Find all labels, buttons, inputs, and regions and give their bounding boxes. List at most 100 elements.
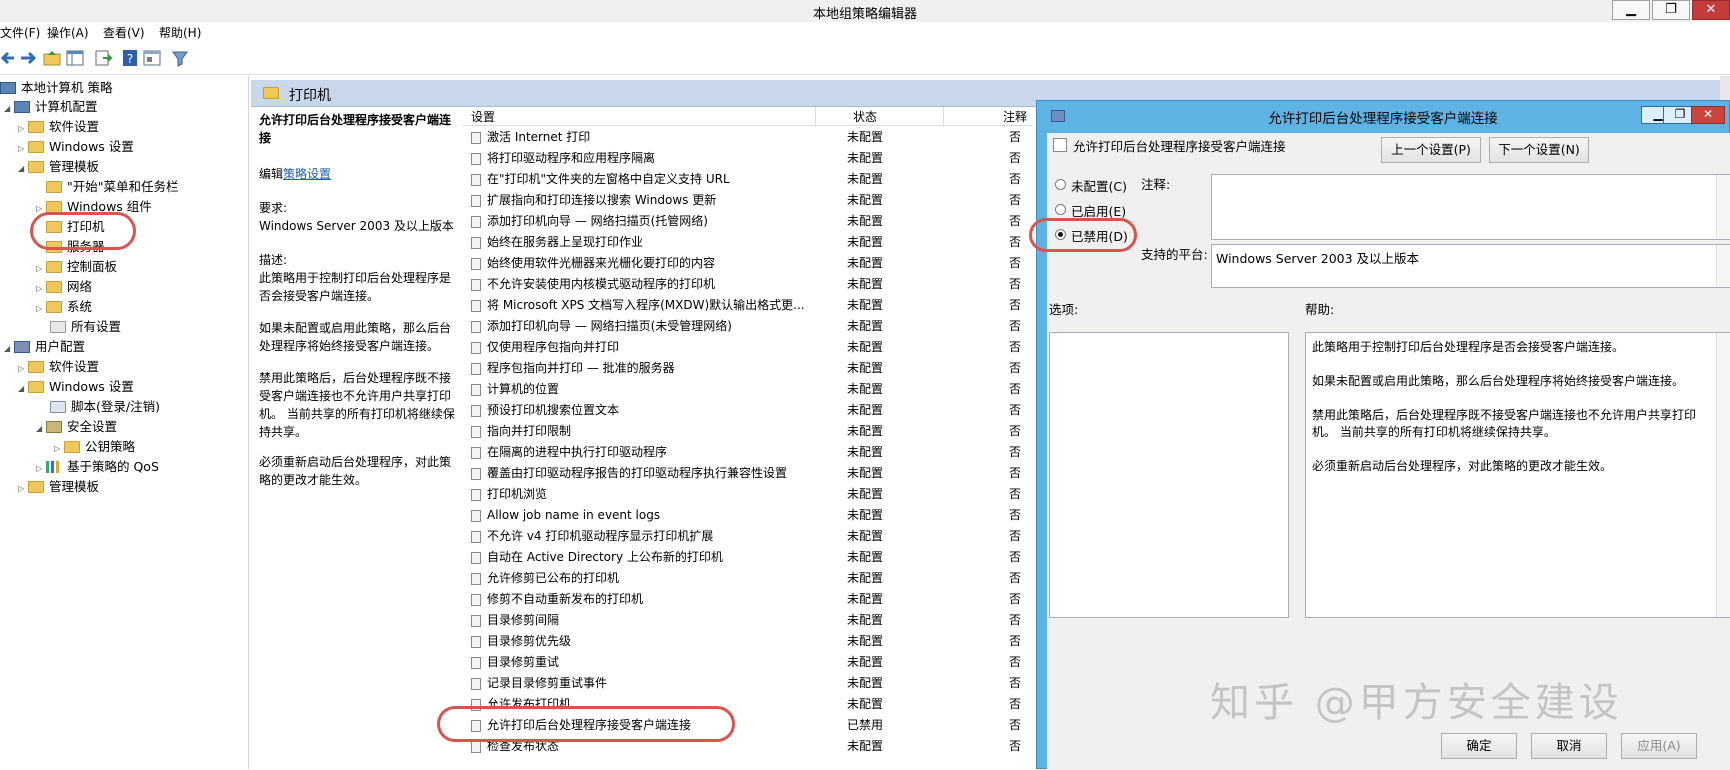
apply-button[interactable]: 应用(A) bbox=[1621, 733, 1697, 759]
table-row[interactable]: 扩展指向和打印连接以搜索 Windows 更新 未配置 否 bbox=[463, 190, 1033, 211]
forward-arrow-icon[interactable] bbox=[18, 48, 38, 68]
table-row[interactable]: 仅使用程序包指向并打印 未配置 否 bbox=[463, 337, 1033, 358]
collapse-triangle-icon[interactable]: ◢ bbox=[18, 379, 28, 399]
expand-triangle-icon[interactable]: ▷ bbox=[18, 119, 28, 139]
tree-item-public-key[interactable]: ▷ 公钥策略 bbox=[54, 437, 135, 457]
tree-item-system[interactable]: ▷ 系统 bbox=[36, 297, 92, 317]
minimize-button[interactable]: ▁ bbox=[1612, 0, 1650, 20]
table-row[interactable]: 打印机浏览 未配置 否 bbox=[463, 484, 1033, 505]
previous-setting-button[interactable]: 上一个设置(P) bbox=[1381, 137, 1481, 163]
expand-triangle-icon[interactable]: ▷ bbox=[54, 439, 64, 459]
next-setting-button[interactable]: 下一个设置(N) bbox=[1489, 137, 1589, 163]
table-row[interactable]: 程序包指向并打印 — 批准的服务器 未配置 否 bbox=[463, 358, 1033, 379]
back-arrow-icon[interactable] bbox=[0, 48, 20, 68]
table-row[interactable]: 将 Microsoft XPS 文档写入程序(MXDW)默认输出格式更... 未配… bbox=[463, 295, 1033, 316]
tree-item-admin-templates[interactable]: ◢ 管理模板 bbox=[18, 157, 99, 177]
column-state[interactable]: 状态 bbox=[853, 108, 877, 125]
table-row[interactable]: 始终使用软件光栅器来光栅化要打印的内容 未配置 否 bbox=[463, 253, 1033, 274]
tree-item-local-policy[interactable]: 本地计算机 策略 bbox=[0, 78, 112, 98]
expand-triangle-icon[interactable]: ▷ bbox=[36, 259, 46, 279]
table-row[interactable]: 修剪不自动重新发布的打印机 未配置 否 bbox=[463, 589, 1033, 610]
tree-item-qos[interactable]: ▷ 基于策略的 QoS bbox=[36, 457, 159, 477]
help-icon[interactable]: ? bbox=[120, 48, 140, 68]
setting-comment: 否 bbox=[1009, 466, 1022, 480]
table-row[interactable]: 计算机的位置 未配置 否 bbox=[463, 379, 1033, 400]
expand-triangle-icon[interactable]: ▷ bbox=[18, 479, 28, 499]
radio-not-configured-label[interactable]: 未配置(C) bbox=[1071, 176, 1127, 195]
table-row[interactable]: 添加打印机向导 — 网络扫描页(托管网络) 未配置 否 bbox=[463, 211, 1033, 232]
tree-item-windows-settings[interactable]: ▷ Windows 设置 bbox=[18, 137, 134, 157]
filter-icon[interactable] bbox=[170, 48, 190, 68]
collapse-triangle-icon[interactable]: ◢ bbox=[18, 159, 28, 179]
expand-triangle-icon[interactable]: ▷ bbox=[36, 279, 46, 299]
expand-triangle-icon[interactable]: ▷ bbox=[36, 459, 46, 479]
tree-item-network[interactable]: ▷ 网络 bbox=[36, 277, 92, 297]
table-row[interactable]: 目录修剪间隔 未配置 否 bbox=[463, 610, 1033, 631]
table-row[interactable]: 在"打印机"文件夹的左窗格中自定义支持 URL 未配置 否 bbox=[463, 169, 1033, 190]
table-row[interactable]: 目录修剪优先级 未配置 否 bbox=[463, 631, 1033, 652]
tree-item-security-settings[interactable]: ◢ 安全设置 bbox=[36, 417, 117, 437]
collapse-triangle-icon[interactable]: ◢ bbox=[4, 339, 14, 359]
collapse-triangle-icon[interactable]: ◢ bbox=[4, 99, 14, 119]
table-row[interactable]: 始终在服务器上呈现打印作业 未配置 否 bbox=[463, 232, 1033, 253]
table-row[interactable]: 记录目录修剪重试事件 未配置 否 bbox=[463, 673, 1033, 694]
collapse-triangle-icon[interactable]: ◢ bbox=[36, 419, 46, 439]
tree-item-control-panel[interactable]: ▷ 控制面板 bbox=[36, 257, 117, 277]
tree-item-user-windows-settings[interactable]: ◢ Windows 设置 bbox=[18, 377, 134, 397]
tree-item-scripts[interactable]: 脚本(登录/注销) bbox=[50, 397, 160, 417]
ok-button[interactable]: 确定 bbox=[1441, 733, 1517, 759]
setting-comment: 否 bbox=[1009, 508, 1022, 522]
table-row[interactable]: 自动在 Active Directory 上公布新的打印机 未配置 否 bbox=[463, 547, 1033, 568]
export-list-icon[interactable] bbox=[93, 48, 113, 68]
column-comment[interactable]: 注释 bbox=[1003, 108, 1027, 125]
expand-triangle-icon[interactable]: ▷ bbox=[18, 139, 28, 159]
properties-icon[interactable] bbox=[142, 48, 162, 68]
comment-scrollbar[interactable] bbox=[1716, 175, 1730, 239]
setting-name: 程序包指向并打印 — 批准的服务器 bbox=[487, 361, 675, 375]
dialog-close-button[interactable]: ✕ bbox=[1691, 106, 1725, 124]
tree-item-start-menu[interactable]: "开始"菜单和任务栏 bbox=[46, 177, 179, 197]
expand-triangle-icon[interactable]: ▷ bbox=[36, 299, 46, 319]
menu-file[interactable]: 文件(F) bbox=[0, 24, 40, 41]
radio-not-configured[interactable] bbox=[1055, 179, 1066, 190]
help-scrollbar[interactable] bbox=[1716, 333, 1730, 617]
tree-item-computer-config[interactable]: ◢ 计算机配置 bbox=[4, 97, 98, 117]
comment-textarea[interactable] bbox=[1211, 174, 1730, 240]
setting-state: 未配置 bbox=[847, 382, 884, 396]
close-button[interactable]: ✕ bbox=[1692, 0, 1730, 20]
table-row[interactable]: 添加打印机向导 — 网络扫描页(未受管理网络) 未配置 否 bbox=[463, 316, 1033, 337]
table-row[interactable]: 允许修剪已公布的打印机 未配置 否 bbox=[463, 568, 1033, 589]
tree-item-all-settings[interactable]: 所有设置 bbox=[50, 317, 121, 337]
menu-view[interactable]: 查看(V) bbox=[103, 24, 145, 41]
table-row[interactable]: 不允许安装使用内核模式驱动程序的打印机 未配置 否 bbox=[463, 274, 1033, 295]
tree-item-user-admin-templates[interactable]: ▷ 管理模板 bbox=[18, 477, 99, 497]
platform-box: Windows Server 2003 及以上版本 bbox=[1211, 244, 1730, 288]
expand-triangle-icon[interactable]: ▷ bbox=[18, 359, 28, 379]
cancel-button[interactable]: 取消 bbox=[1531, 733, 1607, 759]
platform-scrollbar[interactable] bbox=[1716, 245, 1730, 287]
menu-action[interactable]: 操作(A) bbox=[47, 24, 89, 41]
show-hide-tree-icon[interactable] bbox=[65, 48, 85, 68]
column-divider[interactable] bbox=[943, 107, 944, 125]
highlight-oval-disabled bbox=[1029, 218, 1137, 252]
tree-item-software-settings[interactable]: ▷ 软件设置 bbox=[18, 117, 99, 137]
table-row[interactable]: Allow job name in event logs 未配置 否 bbox=[463, 505, 1033, 526]
edit-policy-link[interactable]: 策略设置 bbox=[283, 167, 331, 181]
table-row[interactable]: 激活 Internet 打印 未配置 否 bbox=[463, 127, 1033, 148]
tree-item-user-software-settings[interactable]: ▷ 软件设置 bbox=[18, 357, 99, 377]
description-policy-title: 允许打印后台处理程序接受客户端连接 bbox=[259, 113, 452, 145]
maximize-button[interactable]: ❐ bbox=[1652, 0, 1690, 20]
table-row[interactable]: 将打印驱动程序和应用程序隔离 未配置 否 bbox=[463, 148, 1033, 169]
tree-item-user-config[interactable]: ◢ 用户配置 bbox=[4, 337, 85, 357]
column-divider[interactable] bbox=[815, 107, 816, 125]
radio-enabled[interactable] bbox=[1055, 204, 1066, 215]
up-folder-icon[interactable] bbox=[42, 48, 62, 68]
table-row[interactable]: 预设打印机搜索位置文本 未配置 否 bbox=[463, 400, 1033, 421]
table-row[interactable]: 在隔离的进程中执行打印驱动程序 未配置 否 bbox=[463, 442, 1033, 463]
menu-help[interactable]: 帮助(H) bbox=[159, 24, 201, 41]
table-row[interactable]: 指向并打印限制 未配置 否 bbox=[463, 421, 1033, 442]
table-row[interactable]: 覆盖由打印驱动程序报告的打印驱动程序执行兼容性设置 未配置 否 bbox=[463, 463, 1033, 484]
table-row[interactable]: 不允许 v4 打印机驱动程序显示打印机扩展 未配置 否 bbox=[463, 526, 1033, 547]
column-setting[interactable]: 设置 bbox=[471, 108, 495, 125]
table-row[interactable]: 目录修剪重试 未配置 否 bbox=[463, 652, 1033, 673]
